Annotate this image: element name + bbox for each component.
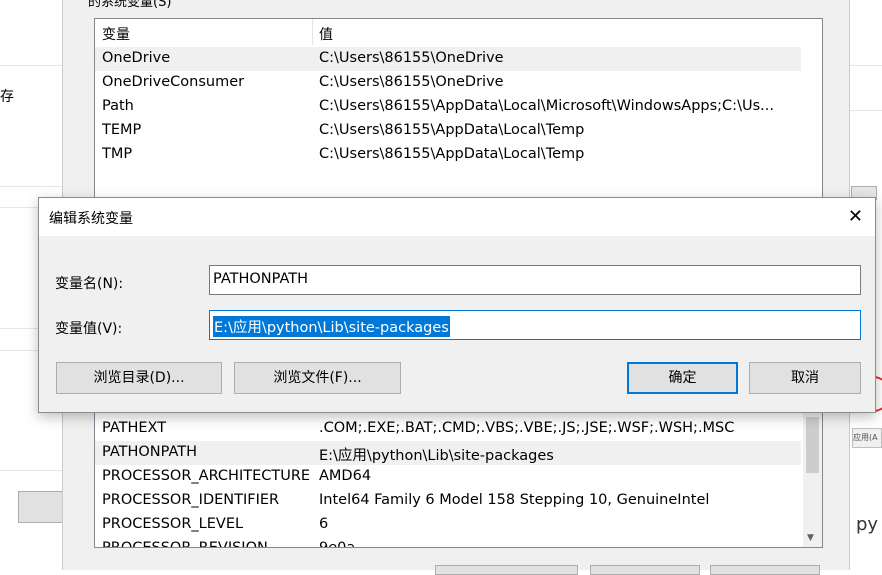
variable-value: C:\Users\86155\OneDrive bbox=[319, 74, 504, 90]
table-row[interactable]: PATHEXT .COM;.EXE;.BAT;.CMD;.VBS;.VBE;.J… bbox=[95, 417, 801, 441]
variable-name: PATHEXT bbox=[102, 420, 167, 436]
variable-value: C:\Users\86155\OneDrive bbox=[319, 50, 504, 66]
browse-file-button[interactable]: 浏览文件(F)... bbox=[234, 362, 401, 394]
variable-name: PROCESSOR_ARCHITECTURE bbox=[102, 468, 311, 484]
variable-name: PROCESSOR_LEVEL bbox=[102, 516, 244, 532]
variable-name-label: 变量名(N): bbox=[55, 276, 124, 292]
scrollbar-thumb[interactable] bbox=[806, 417, 819, 473]
main-dialog-button[interactable] bbox=[590, 565, 700, 575]
variable-value: C:\Users\86155\AppData\Local\Temp bbox=[319, 122, 585, 138]
edit-system-variable-dialog: 编辑系统变量 ✕ 变量名(N): PATHONPATH 变量值(V): E:\应… bbox=[38, 197, 876, 413]
variable-name-value: PATHONPATH bbox=[213, 271, 309, 287]
variable-value-field[interactable]: E:\应用\python\Lib\site-packages bbox=[209, 310, 861, 340]
browse-directory-button[interactable]: 浏览目录(D)... bbox=[56, 362, 222, 394]
right-divider bbox=[850, 65, 882, 66]
dialog-title: 编辑系统变量 bbox=[49, 211, 133, 227]
header-variable[interactable]: 变量 bbox=[102, 24, 130, 44]
variable-name: PROCESSOR_IDENTIFIER bbox=[102, 492, 280, 508]
apply-button-fragment[interactable]: 应用(A bbox=[852, 428, 882, 448]
right-divider bbox=[850, 110, 882, 111]
variable-value-text: E:\应用\python\Lib\site-packages bbox=[213, 316, 450, 337]
table-row[interactable]: PATHONPATH E:\应用\python\Lib\site-package… bbox=[95, 441, 801, 465]
table-row[interactable]: PROCESSOR_ARCHITECTURE AMD64 bbox=[95, 465, 801, 489]
variable-value: C:\Users\86155\AppData\Local\Microsoft\W… bbox=[319, 98, 774, 114]
variable-value: .COM;.EXE;.BAT;.CMD;.VBS;.VBE;.JS;.JSE;.… bbox=[319, 420, 735, 436]
user-variables-list[interactable]: 变量 值 OneDrive C:\Users\86155\OneDrive On… bbox=[94, 18, 823, 204]
variable-value: C:\Users\86155\AppData\Local\Temp bbox=[319, 146, 585, 162]
table-row[interactable]: Path C:\Users\86155\AppData\Local\Micros… bbox=[95, 95, 801, 119]
left-divider bbox=[0, 470, 62, 471]
left-panel-text: 存 bbox=[0, 89, 14, 105]
table-row[interactable]: PROCESSOR_LEVEL 6 bbox=[95, 513, 801, 537]
variable-value: Intel64 Family 6 Model 158 Stepping 10, … bbox=[319, 492, 710, 508]
ok-button[interactable]: 确定 bbox=[627, 362, 738, 394]
variable-name: TMP bbox=[102, 146, 133, 162]
main-dialog-button[interactable] bbox=[435, 565, 578, 575]
list-header: 变量 值 bbox=[95, 19, 822, 45]
py-text-fragment: py bbox=[856, 514, 879, 535]
variable-name: PROCESSOR_REVISION bbox=[102, 540, 268, 548]
scroll-down-arrow-icon[interactable]: ▼ bbox=[807, 533, 814, 543]
table-row[interactable]: OneDriveConsumer C:\Users\86155\OneDrive bbox=[95, 71, 801, 95]
main-dialog-button[interactable] bbox=[710, 565, 820, 575]
variable-value: 6 bbox=[319, 516, 329, 532]
cancel-button[interactable]: 取消 bbox=[749, 362, 861, 394]
variable-name: TEMP bbox=[102, 122, 142, 138]
header-value[interactable]: 值 bbox=[319, 24, 333, 44]
table-row[interactable]: PROCESSOR_IDENTIFIER Intel64 Family 6 Mo… bbox=[95, 489, 801, 513]
table-row[interactable]: TEMP C:\Users\86155\AppData\Local\Temp bbox=[95, 119, 801, 143]
system-variables-list[interactable]: PATHEXT .COM;.EXE;.BAT;.CMD;.VBS;.VBE;.J… bbox=[94, 412, 823, 548]
table-row[interactable]: TMP C:\Users\86155\AppData\Local\Temp bbox=[95, 143, 801, 167]
variable-name: PATHONPATH bbox=[102, 444, 198, 460]
system-variables-label: 的系统变量(S) bbox=[88, 0, 172, 10]
dialog-titlebar: 编辑系统变量 ✕ bbox=[39, 198, 875, 236]
left-window-button[interactable] bbox=[18, 491, 62, 523]
variable-name-field[interactable]: PATHONPATH bbox=[209, 265, 861, 295]
variable-value-label: 变量值(V): bbox=[55, 321, 123, 337]
vertical-scrollbar[interactable]: ▼ bbox=[803, 413, 822, 547]
variable-value: E:\应用\python\Lib\site-packages bbox=[319, 448, 554, 464]
variable-value: 9e0a bbox=[319, 540, 356, 548]
variable-name: Path bbox=[102, 98, 134, 114]
table-row[interactable]: OneDrive C:\Users\86155\OneDrive bbox=[95, 47, 801, 71]
close-icon[interactable]: ✕ bbox=[848, 206, 863, 227]
variable-value: AMD64 bbox=[319, 468, 372, 484]
left-divider bbox=[0, 186, 62, 187]
variable-name: OneDrive bbox=[102, 50, 171, 66]
header-separator bbox=[312, 19, 313, 45]
variable-name: OneDriveConsumer bbox=[102, 74, 245, 90]
left-divider bbox=[0, 65, 62, 66]
table-row[interactable]: PROCESSOR_REVISION 9e0a bbox=[95, 537, 801, 548]
